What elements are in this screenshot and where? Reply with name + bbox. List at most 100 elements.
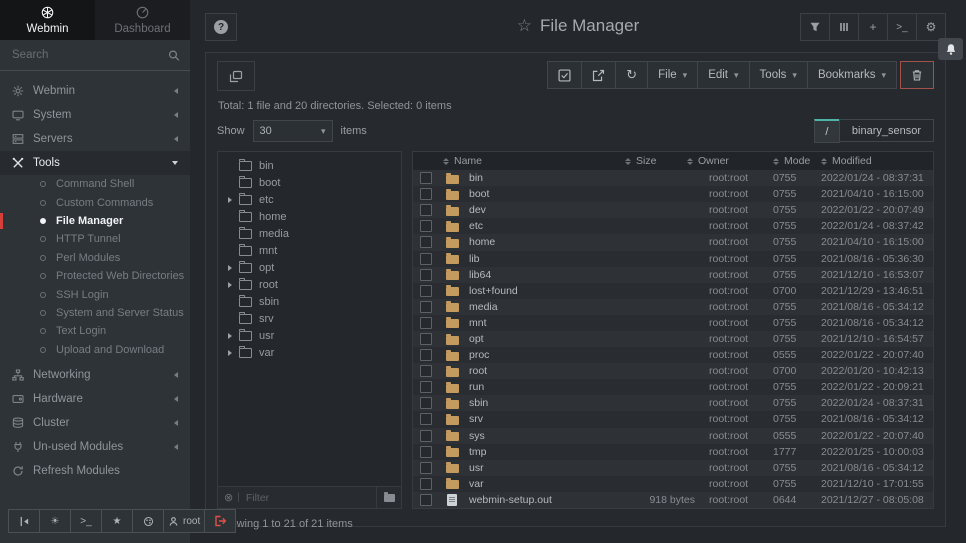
menu-bookmarks[interactable]: Bookmarks▾ xyxy=(807,61,897,89)
filter-button[interactable] xyxy=(800,13,830,41)
table-row[interactable]: sbin root:root 0755 2022/01/24 - 08:37:3… xyxy=(413,395,933,411)
breadcrumb-current[interactable]: binary_sensor xyxy=(839,119,934,142)
tree-item[interactable]: boot xyxy=(218,174,401,191)
theme-light-button[interactable]: ☀ xyxy=(39,509,71,533)
sidebar-item-networking[interactable]: Networking xyxy=(0,363,190,387)
table-row[interactable]: webmin-setup.out 918 bytes root:root 064… xyxy=(413,492,933,508)
table-row[interactable]: usr root:root 0755 2021/08/16 - 05:34:12 xyxy=(413,460,933,476)
shell-button[interactable]: >_ xyxy=(887,13,917,41)
sidebar-item-text-login[interactable]: Text Login xyxy=(0,322,190,340)
palette-button[interactable] xyxy=(132,509,164,533)
tree-item[interactable]: etc xyxy=(218,191,401,208)
sidebar-item-cluster[interactable]: Cluster xyxy=(0,411,190,435)
tree-item[interactable]: srv xyxy=(218,310,401,327)
current-user-button[interactable]: root xyxy=(163,509,205,533)
row-checkbox[interactable] xyxy=(420,220,432,232)
table-row[interactable]: lib64 root:root 0755 2021/12/10 - 16:53:… xyxy=(413,267,933,283)
tree-item[interactable]: opt xyxy=(218,259,401,276)
export-button[interactable] xyxy=(581,61,616,89)
row-checkbox[interactable] xyxy=(420,381,432,393)
table-row[interactable]: proc root:root 0555 2022/01/22 - 20:07:4… xyxy=(413,347,933,363)
row-checkbox[interactable] xyxy=(420,462,432,474)
table-row[interactable]: run root:root 0755 2022/01/22 - 20:09:21 xyxy=(413,379,933,395)
row-checkbox[interactable] xyxy=(420,478,432,490)
sidebar-item-system[interactable]: System xyxy=(0,103,190,127)
row-checkbox[interactable] xyxy=(420,397,432,409)
sidebar-item-tools[interactable]: Tools xyxy=(0,151,190,175)
file-name[interactable]: proc xyxy=(465,349,611,361)
row-checkbox[interactable] xyxy=(420,446,432,458)
breadcrumb-root[interactable]: / xyxy=(814,119,840,143)
file-name[interactable]: lib xyxy=(465,253,611,265)
menu-edit[interactable]: Edit▾ xyxy=(697,61,749,89)
sidebar-item-webmin[interactable]: Webmin xyxy=(0,79,190,103)
row-checkbox[interactable] xyxy=(420,333,432,345)
row-checkbox[interactable] xyxy=(420,494,432,506)
expand-arrow-icon[interactable] xyxy=(228,282,232,288)
file-name[interactable]: webmin-setup.out xyxy=(465,494,611,506)
row-checkbox[interactable] xyxy=(420,365,432,377)
row-checkbox[interactable] xyxy=(420,301,432,313)
file-name[interactable]: opt xyxy=(465,333,611,345)
row-checkbox[interactable] xyxy=(420,349,432,361)
file-name[interactable]: etc xyxy=(465,220,611,232)
tree-item[interactable]: home xyxy=(218,208,401,225)
page-size-select[interactable]: 30 ▾ xyxy=(253,120,333,142)
file-name[interactable]: srv xyxy=(465,413,611,425)
sort-icon[interactable] xyxy=(773,158,779,165)
expand-arrow-icon[interactable] xyxy=(228,265,232,271)
trash-button[interactable] xyxy=(900,61,934,89)
sidebar-item-hardware[interactable]: Hardware xyxy=(0,387,190,411)
tree-item[interactable]: root xyxy=(218,276,401,293)
table-row[interactable]: lib root:root 0755 2021/08/16 - 05:36:30 xyxy=(413,251,933,267)
table-row[interactable]: mnt root:root 0755 2021/08/16 - 05:34:12 xyxy=(413,315,933,331)
terminal-button[interactable]: >_ xyxy=(70,509,102,533)
select-all-button[interactable] xyxy=(547,61,582,89)
file-name[interactable]: run xyxy=(465,381,611,393)
settings-button[interactable]: ⚙ xyxy=(916,13,946,41)
row-checkbox[interactable] xyxy=(420,204,432,216)
sort-icon[interactable] xyxy=(821,158,827,165)
tab-dashboard[interactable]: Dashboard xyxy=(95,0,190,40)
file-name[interactable]: tmp xyxy=(465,446,611,458)
tree-item[interactable]: usr xyxy=(218,327,401,344)
expand-arrow-icon[interactable] xyxy=(228,350,232,356)
sidebar-item-system-server-status[interactable]: System and Server Status xyxy=(0,304,190,322)
row-checkbox[interactable] xyxy=(420,285,432,297)
file-name[interactable]: lib64 xyxy=(465,269,611,281)
help-button[interactable]: ? xyxy=(205,13,237,41)
sidebar-item-protected-web-directories[interactable]: Protected Web Directories xyxy=(0,267,190,285)
favorites-button[interactable]: ★ xyxy=(101,509,133,533)
sidebar-item-perl-modules[interactable]: Perl Modules xyxy=(0,249,190,267)
file-name[interactable]: usr xyxy=(465,462,611,474)
tab-webmin[interactable]: Webmin xyxy=(0,0,95,40)
sidebar-item-file-manager[interactable]: File Manager xyxy=(0,212,190,230)
column-header-modified[interactable]: Modified xyxy=(821,155,933,167)
file-name[interactable]: bin xyxy=(465,172,611,184)
sidebar-item-refresh-modules[interactable]: Refresh Modules xyxy=(0,459,190,483)
table-row[interactable]: home root:root 0755 2021/04/10 - 16:15:0… xyxy=(413,234,933,250)
sidebar-item-servers[interactable]: Servers xyxy=(0,127,190,151)
show-folders-button[interactable] xyxy=(376,487,401,508)
file-name[interactable]: media xyxy=(465,301,611,313)
sidebar-item-custom-commands[interactable]: Custom Commands xyxy=(0,193,190,211)
tree-item[interactable]: mnt xyxy=(218,242,401,259)
table-row[interactable]: media root:root 0755 2021/08/16 - 05:34:… xyxy=(413,299,933,315)
column-header-owner[interactable]: Owner xyxy=(687,155,751,167)
sidebar-item-ssh-login[interactable]: SSH Login xyxy=(0,285,190,303)
file-name[interactable]: lost+found xyxy=(465,285,611,297)
table-row[interactable]: lost+found root:root 0700 2021/12/29 - 1… xyxy=(413,283,933,299)
table-row[interactable]: opt root:root 0755 2021/12/10 - 16:54:57 xyxy=(413,331,933,347)
file-name[interactable]: boot xyxy=(465,188,611,200)
sort-icon[interactable] xyxy=(687,158,693,165)
paste-buffer-button[interactable] xyxy=(217,61,255,91)
sidebar-item-upload-download[interactable]: Upload and Download xyxy=(0,341,190,359)
expand-arrow-icon[interactable] xyxy=(228,333,232,339)
sort-icon[interactable] xyxy=(625,158,631,165)
table-row[interactable]: root root:root 0700 2022/01/20 - 10:42:1… xyxy=(413,363,933,379)
table-row[interactable]: srv root:root 0755 2021/08/16 - 05:34:12 xyxy=(413,411,933,427)
row-checkbox[interactable] xyxy=(420,253,432,265)
search-input[interactable] xyxy=(10,48,168,62)
tree-item[interactable]: sbin xyxy=(218,293,401,310)
column-header-name[interactable]: Name xyxy=(413,155,625,167)
